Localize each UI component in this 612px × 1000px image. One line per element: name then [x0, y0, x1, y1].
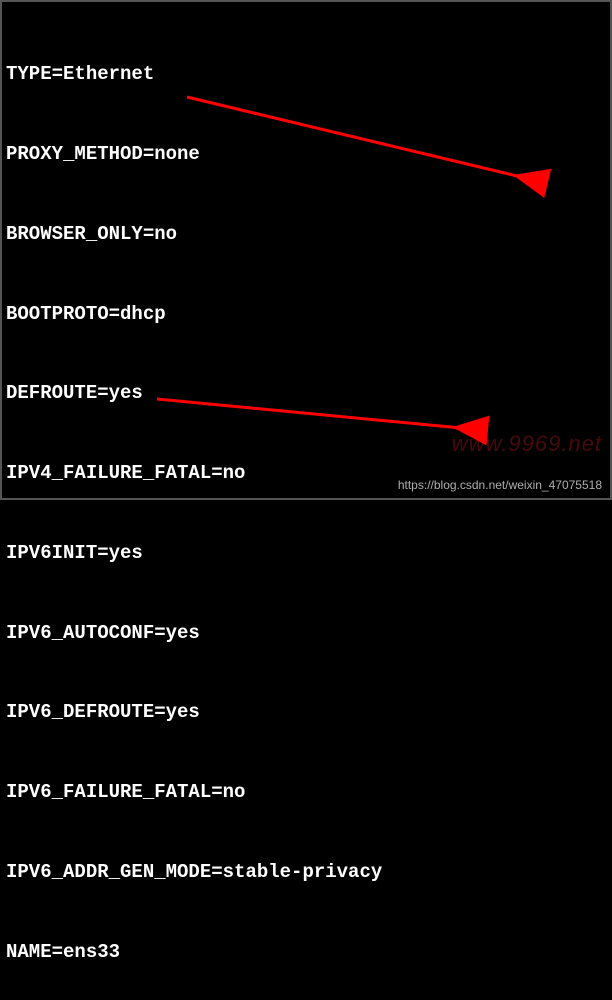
config-line: IPV6INIT=yes [6, 540, 606, 567]
config-line: BROWSER_ONLY=no [6, 221, 606, 248]
config-line: IPV6_FAILURE_FATAL=no [6, 779, 606, 806]
watermark-site: www.9969.net [452, 429, 602, 460]
config-line: TYPE=Ethernet [6, 61, 606, 88]
config-line: IPV6_AUTOCONF=yes [6, 620, 606, 647]
config-line: PROXY_METHOD=none [6, 141, 606, 168]
config-line: IPV6_ADDR_GEN_MODE=stable-privacy [6, 859, 606, 886]
config-line: IPV6_DEFROUTE=yes [6, 699, 606, 726]
config-line: NAME=ens33 [6, 939, 606, 966]
config-line: BOOTPROTO=dhcp [6, 301, 606, 328]
config-line: DEFROUTE=yes [6, 380, 606, 407]
terminal-output: TYPE=Ethernet PROXY_METHOD=none BROWSER_… [6, 8, 606, 1000]
watermark-url: https://blog.csdn.net/weixin_47075518 [398, 477, 602, 494]
